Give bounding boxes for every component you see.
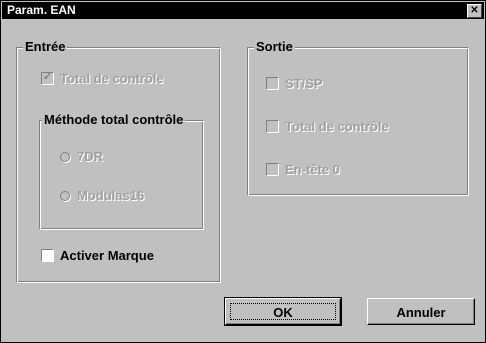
close-icon[interactable]: ✕	[467, 4, 482, 18]
methode-legend: Méthode total contrôle	[42, 112, 186, 127]
radio-modulas16-label: Modulas16	[77, 188, 145, 203]
st-sp-label: ST/SP	[285, 76, 323, 91]
checkbox-box: ✓	[41, 71, 54, 85]
methode-group: Méthode total contrôle 7DR Modulas16	[39, 112, 204, 230]
radio-circle	[60, 151, 70, 162]
cancel-button-label: Annuler	[396, 305, 446, 320]
st-sp-checkbox[interactable]: ST/SP	[266, 76, 323, 91]
ok-button[interactable]: OK	[224, 297, 342, 326]
dialog-window: Param. EAN ✕ Entrée ✓ Total de contrôle …	[0, 0, 486, 343]
window-title: Param. EAN	[7, 3, 76, 17]
activer-marque-checkbox[interactable]: Activer Marque	[41, 248, 154, 263]
check-icon: ✓	[42, 71, 53, 83]
radio-7dr-label: 7DR	[77, 149, 104, 164]
sortie-group: Sortie ST/SP Total de contrôle En-tête 0	[247, 39, 469, 196]
entree-legend: Entrée	[23, 39, 68, 54]
entree-group: Entrée ✓ Total de contrôle Méthode total…	[16, 39, 221, 283]
focus-rectangle	[230, 303, 336, 320]
radio-7dr[interactable]: 7DR	[60, 149, 103, 164]
total-controle-checkbox[interactable]: ✓ Total de contrôle	[41, 71, 164, 86]
checkbox-box	[266, 163, 279, 176]
checkbox-box	[266, 120, 279, 133]
title-bar[interactable]: Param. EAN ✕	[2, 2, 484, 19]
total-controle-label: Total de contrôle	[60, 71, 164, 86]
radio-modulas16[interactable]: Modulas16	[60, 188, 144, 203]
sortie-total-controle-label: Total de contrôle	[285, 119, 389, 134]
radio-circle	[60, 190, 70, 201]
activer-marque-label: Activer Marque	[60, 248, 154, 263]
checkbox-box	[41, 249, 54, 262]
sortie-total-controle-checkbox[interactable]: Total de contrôle	[266, 119, 389, 134]
sortie-legend: Sortie	[254, 39, 295, 54]
cancel-button[interactable]: Annuler	[367, 298, 475, 325]
checkbox-box	[266, 77, 279, 90]
en-tete-0-label: En-tête 0	[285, 162, 340, 177]
en-tete-0-checkbox[interactable]: En-tête 0	[266, 162, 340, 177]
